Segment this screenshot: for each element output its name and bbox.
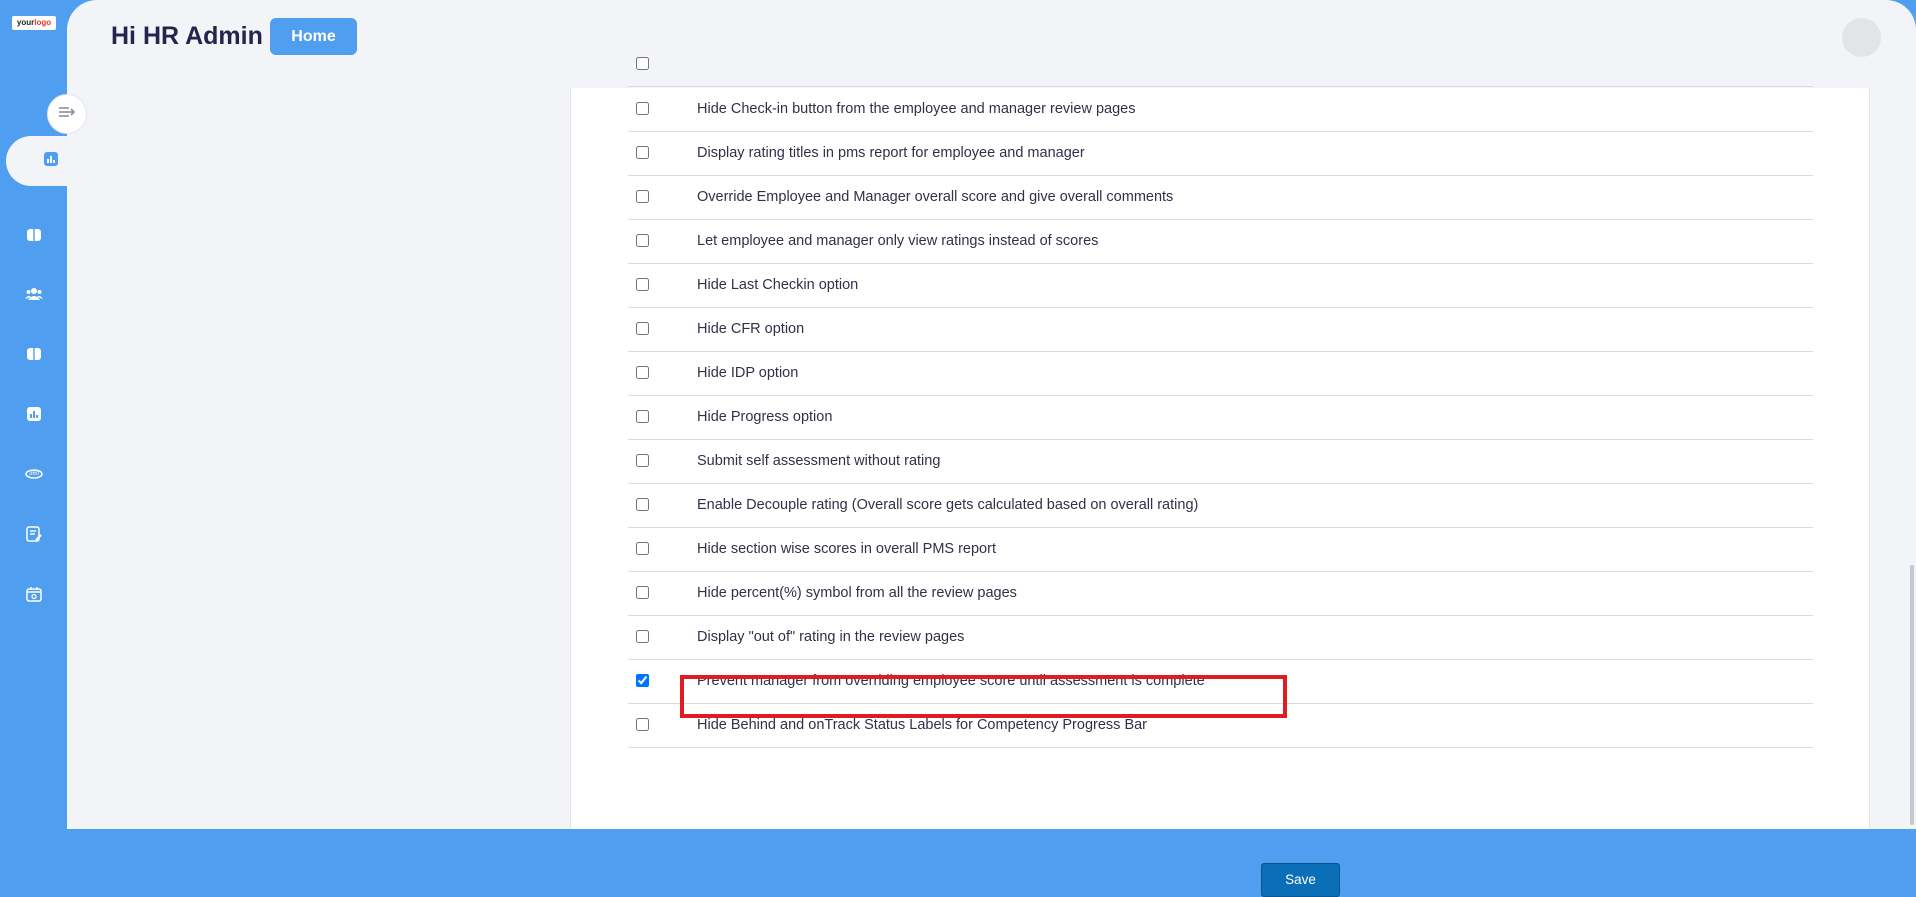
save-button[interactable]: Save — [1261, 863, 1340, 897]
sidebar-item-book-2[interactable] — [22, 344, 46, 368]
setting-label: Hide CFR option — [697, 321, 805, 337]
book-icon — [26, 346, 42, 367]
sidebar-item-360[interactable]: 360 — [22, 463, 46, 487]
list-item: Enable Decouple rating (Overall score ge… — [628, 484, 1813, 528]
setting-label: Hide Check-in button from the employee a… — [697, 101, 1136, 117]
setting-checkbox[interactable] — [636, 454, 649, 467]
setting-checkbox[interactable] — [636, 586, 649, 599]
list-item: Hide CFR option — [628, 308, 1813, 352]
edit-note-icon — [26, 525, 42, 547]
company-logo: yourlogo — [12, 16, 56, 30]
collapse-menu-icon — [58, 105, 76, 123]
sidebar-item-people[interactable] — [22, 284, 46, 308]
setting-checkbox[interactable] — [636, 718, 649, 731]
setting-label: Enable Decouple rating (Overall score ge… — [697, 497, 1199, 513]
settings-card: Hide Check-in button from the employee a… — [570, 57, 1870, 897]
sidebar-item-reports[interactable] — [22, 404, 46, 428]
setting-label: Hide percent(%) symbol from all the revi… — [697, 585, 1017, 601]
home-button[interactable]: Home — [270, 18, 357, 55]
setting-checkbox[interactable] — [636, 366, 649, 379]
list-item: Hide Progress option — [628, 396, 1813, 440]
setting-label: Submit self assessment without rating — [697, 453, 941, 469]
list-item: Display "out of" rating in the review pa… — [628, 616, 1813, 660]
setting-checkbox[interactable] — [636, 57, 649, 70]
setting-label: Hide section wise scores in overall PMS … — [697, 541, 996, 557]
page-greeting: Hi HR Admin — [111, 22, 263, 50]
avatar[interactable] — [1842, 18, 1881, 57]
dashboard-icon — [43, 151, 59, 172]
setting-label: Hide IDP option — [697, 365, 799, 381]
book-icon — [26, 227, 42, 248]
setting-checkbox[interactable] — [636, 410, 649, 423]
list-item: Override Employee and Manager overall sc… — [628, 176, 1813, 220]
scrollbar-thumb[interactable] — [1910, 565, 1914, 825]
setting-checkbox[interactable] — [636, 498, 649, 511]
setting-checkbox[interactable] — [636, 102, 649, 115]
list-item: Hide Check-in button from the employee a… — [628, 88, 1813, 132]
list-item: Hide percent(%) symbol from all the revi… — [628, 572, 1813, 616]
setting-checkbox[interactable] — [636, 630, 649, 643]
setting-checkbox[interactable] — [636, 674, 649, 687]
setting-label: Hide Behind and onTrack Status Labels fo… — [697, 717, 1148, 733]
report-icon — [26, 406, 42, 427]
setting-checkbox[interactable] — [636, 278, 649, 291]
list-item: Hide section wise scores in overall PMS … — [628, 528, 1813, 572]
setting-label: Display rating titles in pms report for … — [697, 145, 1085, 161]
list-item: Let employee and manager only view ratin… — [628, 220, 1813, 264]
sidebar-item-book-1[interactable] — [22, 225, 46, 249]
list-item: Hide IDP option — [628, 352, 1813, 396]
list-item — [628, 43, 1813, 87]
sidebar-item-notes[interactable] — [22, 524, 46, 548]
sidebar-collapse-button[interactable] — [47, 94, 87, 134]
list-item: Display rating titles in pms report for … — [628, 132, 1813, 176]
list-item: Hide Last Checkin option — [628, 264, 1813, 308]
setting-checkbox[interactable] — [636, 146, 649, 159]
list-item: Hide Behind and onTrack Status Labels fo… — [628, 704, 1813, 748]
calendar-icon — [26, 586, 42, 607]
people-icon — [25, 286, 43, 307]
sidebar-item-calendar[interactable] — [22, 584, 46, 608]
svg-text:360: 360 — [29, 471, 40, 477]
setting-checkbox[interactable] — [636, 322, 649, 335]
setting-checkbox[interactable] — [636, 190, 649, 203]
sidebar-item-dashboard[interactable] — [6, 136, 67, 186]
setting-label: Override Employee and Manager overall sc… — [697, 189, 1174, 205]
setting-label: Display "out of" rating in the review pa… — [697, 629, 965, 645]
main-area: Hi HR Admin Home Hide Check-in button fr… — [67, 0, 1916, 897]
setting-checkbox[interactable] — [636, 234, 649, 247]
setting-label: Hide Progress option — [697, 409, 833, 425]
setting-checkbox[interactable] — [636, 542, 649, 555]
setting-label: Prevent manager from overriding employee… — [697, 673, 1205, 689]
list-item: Prevent manager from overriding employee… — [628, 660, 1813, 704]
setting-label: Hide Last Checkin option — [697, 277, 859, 293]
360-icon: 360 — [25, 466, 43, 485]
setting-label: Let employee and manager only view ratin… — [697, 233, 1099, 249]
list-item: Submit self assessment without rating — [628, 440, 1813, 484]
